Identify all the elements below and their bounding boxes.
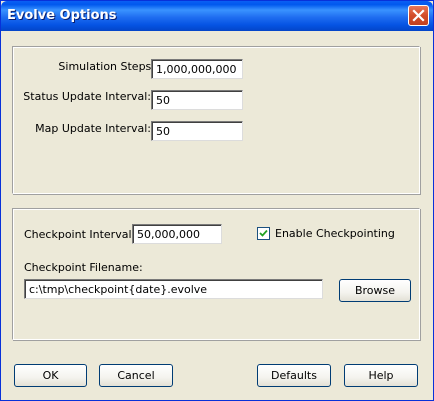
dialog-body: Simulation Steps: 1,000,000,000 Status U… xyxy=(3,31,431,399)
checkpoint-settings-group: Checkpoint Interval: 50,000,000 Enable C… xyxy=(12,208,420,340)
checkpoint-interval-input[interactable]: 50,000,000 xyxy=(132,224,222,244)
checkpoint-interval-label: Checkpoint Interval: xyxy=(24,228,136,241)
simulation-steps-input[interactable]: 1,000,000,000 xyxy=(151,59,243,79)
title-bar[interactable]: Evolve Options xyxy=(1,1,433,31)
help-button[interactable]: Help xyxy=(344,364,418,387)
close-icon xyxy=(412,9,425,22)
map-update-interval-input[interactable]: 50 xyxy=(151,121,243,141)
status-update-interval-label: Status Update Interval: xyxy=(23,90,151,103)
enable-checkpointing-checkbox[interactable] xyxy=(257,227,270,240)
checkmark-icon xyxy=(259,229,268,237)
checkpoint-filename-input[interactable]: c:\tmp\checkpoint{date}.evolve xyxy=(24,279,323,299)
window-title: Evolve Options xyxy=(7,8,117,23)
evolve-options-dialog: Evolve Options Simulation Steps: 1,000,0… xyxy=(0,0,434,401)
cancel-button[interactable]: Cancel xyxy=(99,364,173,387)
checkpoint-filename-label: Checkpoint Filename: xyxy=(24,261,143,274)
map-update-interval-label: Map Update Interval: xyxy=(35,122,151,135)
close-button[interactable] xyxy=(408,5,429,26)
simulation-settings-group: Simulation Steps: 1,000,000,000 Status U… xyxy=(12,46,420,194)
ok-button[interactable]: OK xyxy=(14,364,87,387)
enable-checkpointing-label[interactable]: Enable Checkpointing xyxy=(275,227,395,240)
simulation-steps-label: Simulation Steps: xyxy=(58,60,155,73)
status-update-interval-input[interactable]: 50 xyxy=(151,90,243,110)
defaults-button[interactable]: Defaults xyxy=(257,364,331,387)
browse-button[interactable]: Browse xyxy=(339,279,411,302)
